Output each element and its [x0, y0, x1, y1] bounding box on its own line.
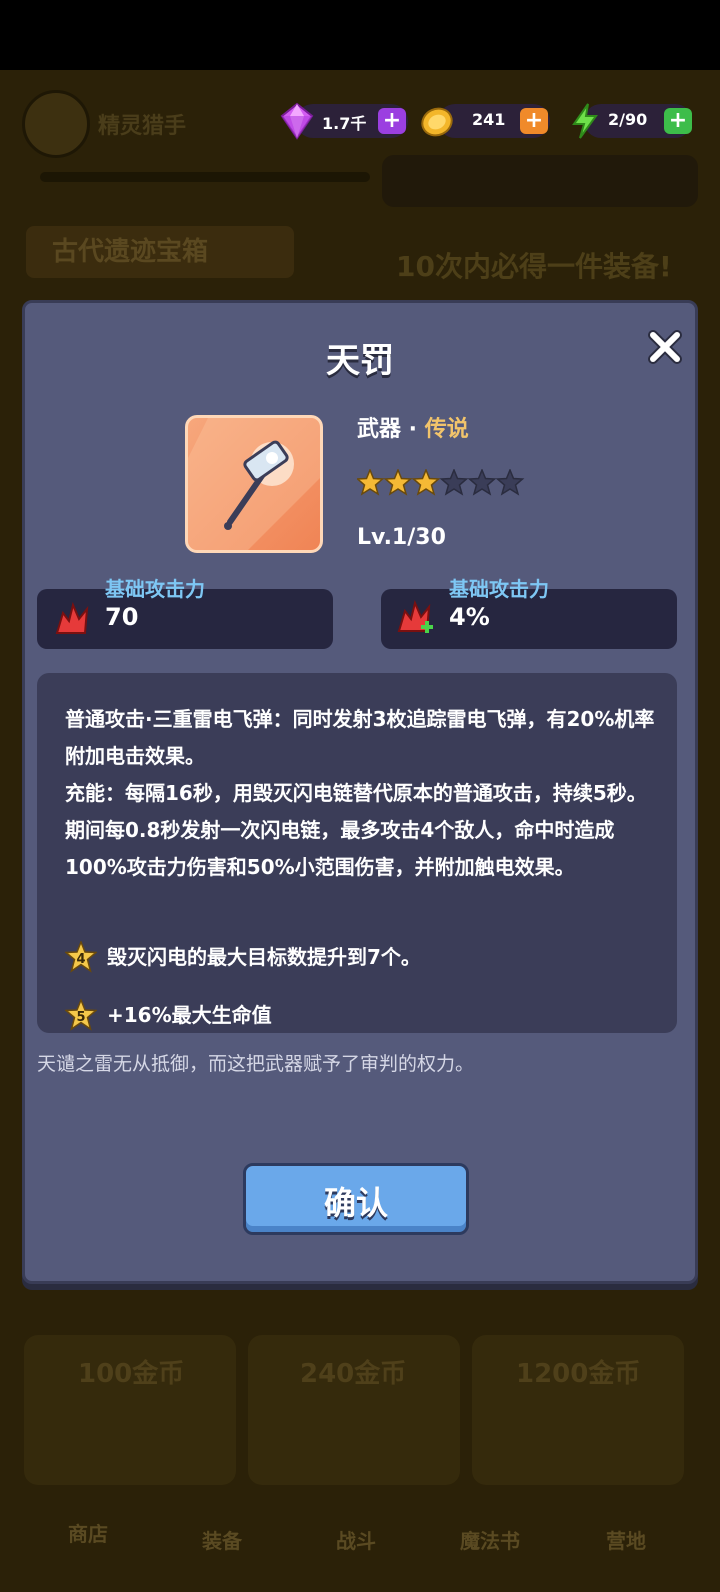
- weapon-image: [185, 415, 323, 553]
- weapon-type: 武器 · 传说: [357, 411, 469, 443]
- skill-charge: 充能：每隔16秒，用毁灭闪电链替代原本的普通攻击，持续5秒。期间每0.8秒发射一…: [65, 781, 647, 879]
- gems-value: 1.7千: [322, 114, 367, 133]
- stat-label-attack-bonus: 基础攻击力: [449, 577, 549, 601]
- type-label: 武器 ·: [357, 417, 425, 442]
- star-icon: [411, 469, 441, 496]
- flavor-text: 天谴之雷无从抵御，而这把武器赋予了审判的权力。: [37, 1053, 475, 1075]
- rarity-label: 传说: [424, 417, 469, 442]
- star-rating: [357, 469, 525, 496]
- player-avatar[interactable]: [22, 90, 90, 158]
- shop-price-3: 1200金币: [516, 1359, 641, 1389]
- keys-panel: [382, 155, 698, 207]
- nav-equipment[interactable]: 装备: [202, 1525, 242, 1554]
- player-name: 精灵猎手: [98, 114, 187, 139]
- star4-badge-number: 4: [76, 952, 85, 967]
- exp-bar: [40, 172, 370, 182]
- skill-normal-attack: 普通攻击·三重雷电飞弹：同时发射3枚追踪雷电飞弹，有20%机率附加电击效果。: [65, 707, 655, 768]
- star5-badge-number: 5: [76, 1010, 85, 1025]
- attack-icon: [55, 601, 89, 634]
- stat-label-attack: 基础攻击力: [105, 577, 205, 601]
- gem-icon: [280, 102, 314, 140]
- status-bar: [0, 0, 720, 70]
- gold-value: 241: [472, 110, 506, 129]
- level-label: Lv.1/30: [357, 525, 446, 550]
- star5-text: +16%最大生命值: [107, 1003, 272, 1027]
- nav-shop[interactable]: 商店: [68, 1518, 108, 1547]
- confirm-label: 确认: [323, 1184, 388, 1222]
- shop-price-1: 100金币: [78, 1359, 185, 1389]
- add-gems-button[interactable]: +: [378, 108, 406, 134]
- add-energy-button[interactable]: +: [664, 108, 692, 134]
- guarantee-text: 10次内必得一件装备!: [396, 250, 672, 283]
- confirm-button[interactable]: 确认: [243, 1163, 469, 1235]
- lightning-icon: [572, 103, 598, 139]
- energy-value: 2/90: [608, 110, 648, 129]
- skill-description: 普通攻击·三重雷电飞弹：同时发射3枚追踪雷电飞弹，有20%机率附加电击效果。 充…: [65, 701, 655, 886]
- shop-price-2: 240金币: [300, 1359, 407, 1389]
- nav-battle[interactable]: 战斗: [336, 1525, 376, 1554]
- stat-value-attack: 70: [105, 603, 139, 631]
- star-badge-icon: 5: [65, 999, 97, 1031]
- item-title: 天罚: [326, 341, 394, 381]
- gold-icon: [421, 107, 453, 137]
- star-empty-icon: [467, 469, 497, 496]
- attack-bonus-icon: [397, 599, 433, 633]
- star-empty-icon: [439, 469, 469, 496]
- nav-spellbook[interactable]: 魔法书: [460, 1525, 520, 1554]
- star-icon: [383, 469, 413, 496]
- hammer-icon: [188, 418, 320, 550]
- add-gold-button[interactable]: +: [520, 108, 548, 134]
- item-detail-modal: 天罚 武器 · 传说 Lv.1/30 基础攻击力 70 基础攻击力 4% 普通攻…: [22, 300, 698, 1284]
- star-icon: [357, 469, 385, 496]
- chest-banner: 古代遗迹宝箱: [26, 226, 294, 278]
- star4-text: 毁灭闪电的最大目标数提升到7个。: [107, 945, 421, 969]
- stat-value-attack-bonus: 4%: [449, 603, 490, 631]
- nav-camp[interactable]: 营地: [606, 1525, 646, 1554]
- description-box[interactable]: 普通攻击·三重雷电飞弹：同时发射3枚追踪雷电飞弹，有20%机率附加电击效果。 充…: [37, 673, 677, 1033]
- star-empty-icon: [495, 469, 525, 496]
- star-badge-icon: 4: [65, 941, 97, 973]
- close-button[interactable]: [645, 327, 685, 367]
